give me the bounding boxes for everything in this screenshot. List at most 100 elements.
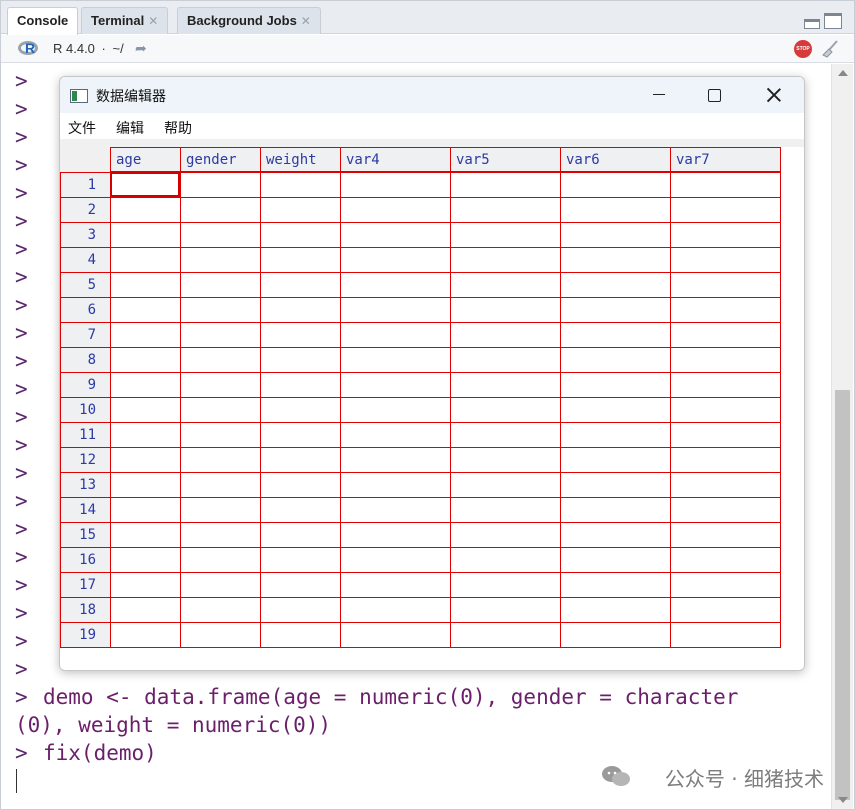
grid-cell[interactable]	[110, 222, 180, 247]
grid-cell[interactable]	[180, 522, 260, 547]
grid-cell[interactable]	[340, 247, 450, 272]
grid-cell[interactable]	[560, 347, 670, 372]
row-number[interactable]: 15	[60, 522, 110, 547]
grid-cell[interactable]	[670, 622, 780, 647]
grid-cell[interactable]	[450, 622, 560, 647]
grid-cell[interactable]	[180, 297, 260, 322]
grid-cell[interactable]	[340, 522, 450, 547]
grid-cell[interactable]	[110, 572, 180, 597]
grid-cell[interactable]	[110, 322, 180, 347]
grid-cell[interactable]	[560, 247, 670, 272]
grid-cell[interactable]	[560, 522, 670, 547]
row-number[interactable]: 5	[60, 272, 110, 297]
column-header-6[interactable]: var7	[670, 147, 780, 172]
row-number[interactable]: 12	[60, 447, 110, 472]
row-number[interactable]: 2	[60, 197, 110, 222]
grid-cell[interactable]	[110, 447, 180, 472]
grid-cell[interactable]	[260, 522, 340, 547]
grid-cell[interactable]	[180, 172, 260, 197]
maximize-icon[interactable]	[708, 89, 721, 102]
grid-cell[interactable]	[450, 447, 560, 472]
grid-cell[interactable]	[260, 547, 340, 572]
grid-cell[interactable]	[450, 172, 560, 197]
row-number[interactable]: 11	[60, 422, 110, 447]
scrollbar-thumb[interactable]	[835, 390, 850, 800]
grid-cell[interactable]	[340, 497, 450, 522]
grid-cell[interactable]	[180, 497, 260, 522]
grid-cell[interactable]	[560, 422, 670, 447]
grid-cell[interactable]	[670, 272, 780, 297]
grid-cell[interactable]	[260, 622, 340, 647]
grid-cell[interactable]	[260, 272, 340, 297]
row-number[interactable]: 19	[60, 622, 110, 647]
grid-cell[interactable]	[260, 372, 340, 397]
grid-cell[interactable]	[180, 197, 260, 222]
row-number[interactable]: 4	[60, 247, 110, 272]
grid-cell[interactable]	[450, 572, 560, 597]
grid-cell[interactable]	[560, 497, 670, 522]
column-header-4[interactable]: var5	[450, 147, 560, 172]
grid-cell[interactable]	[260, 397, 340, 422]
grid-cell[interactable]	[560, 472, 670, 497]
grid-cell[interactable]	[670, 522, 780, 547]
row-number[interactable]: 1	[60, 172, 110, 197]
grid-cell[interactable]	[340, 322, 450, 347]
column-header-2[interactable]: weight	[260, 147, 340, 172]
grid-cell[interactable]	[110, 497, 180, 522]
grid-cell[interactable]	[560, 622, 670, 647]
grid-cell[interactable]	[340, 472, 450, 497]
grid-cell[interactable]	[450, 497, 560, 522]
grid-cell[interactable]	[110, 397, 180, 422]
grid-cell[interactable]	[110, 247, 180, 272]
grid-cell[interactable]	[110, 272, 180, 297]
row-number[interactable]: 17	[60, 572, 110, 597]
grid-cell[interactable]	[560, 197, 670, 222]
grid-cell[interactable]	[110, 547, 180, 572]
grid-cell[interactable]	[340, 447, 450, 472]
console-input-cursor[interactable]	[16, 769, 17, 793]
row-number[interactable]: 8	[60, 347, 110, 372]
grid-cell[interactable]	[670, 347, 780, 372]
grid-cell[interactable]	[560, 322, 670, 347]
grid-cell[interactable]	[260, 197, 340, 222]
grid-cell[interactable]	[180, 397, 260, 422]
row-number[interactable]: 7	[60, 322, 110, 347]
close-icon[interactable]: ✕	[148, 14, 158, 28]
grid-cell[interactable]	[450, 397, 560, 422]
grid-cell[interactable]	[450, 372, 560, 397]
grid-cell[interactable]	[450, 222, 560, 247]
grid-cell[interactable]	[670, 247, 780, 272]
grid-cell[interactable]	[110, 422, 180, 447]
grid-cell[interactable]	[180, 547, 260, 572]
grid-cell[interactable]	[180, 322, 260, 347]
grid-cell[interactable]	[560, 597, 670, 622]
column-header-5[interactable]: var6	[560, 147, 670, 172]
grid-cell[interactable]	[260, 322, 340, 347]
grid-cell[interactable]	[340, 172, 450, 197]
grid-cell[interactable]	[340, 597, 450, 622]
grid-cell[interactable]	[670, 197, 780, 222]
grid-cell[interactable]	[180, 572, 260, 597]
grid-cell[interactable]	[560, 172, 670, 197]
grid-cell[interactable]	[670, 372, 780, 397]
row-number[interactable]: 13	[60, 472, 110, 497]
row-number[interactable]: 3	[60, 222, 110, 247]
scroll-down-arrow-icon[interactable]	[838, 797, 848, 803]
grid-cell[interactable]	[560, 572, 670, 597]
menu-edit[interactable]: 编辑	[116, 118, 144, 138]
grid-cell[interactable]	[260, 172, 340, 197]
row-number[interactable]: 14	[60, 497, 110, 522]
minimize-icon[interactable]	[648, 87, 672, 103]
go-to-directory-icon[interactable]: ➦	[135, 40, 147, 57]
row-number[interactable]: 18	[60, 597, 110, 622]
column-header-1[interactable]: gender	[180, 147, 260, 172]
grid-cell[interactable]	[560, 272, 670, 297]
tab-console[interactable]: Console	[7, 7, 79, 35]
close-icon[interactable]	[766, 87, 782, 103]
grid-cell[interactable]	[260, 297, 340, 322]
grid-cell[interactable]	[560, 222, 670, 247]
stop-icon[interactable]: STOP	[794, 40, 812, 58]
editor-title-bar[interactable]: 数据编辑器	[60, 77, 804, 113]
grid-cell[interactable]	[340, 272, 450, 297]
column-header-0[interactable]: age	[110, 147, 180, 172]
